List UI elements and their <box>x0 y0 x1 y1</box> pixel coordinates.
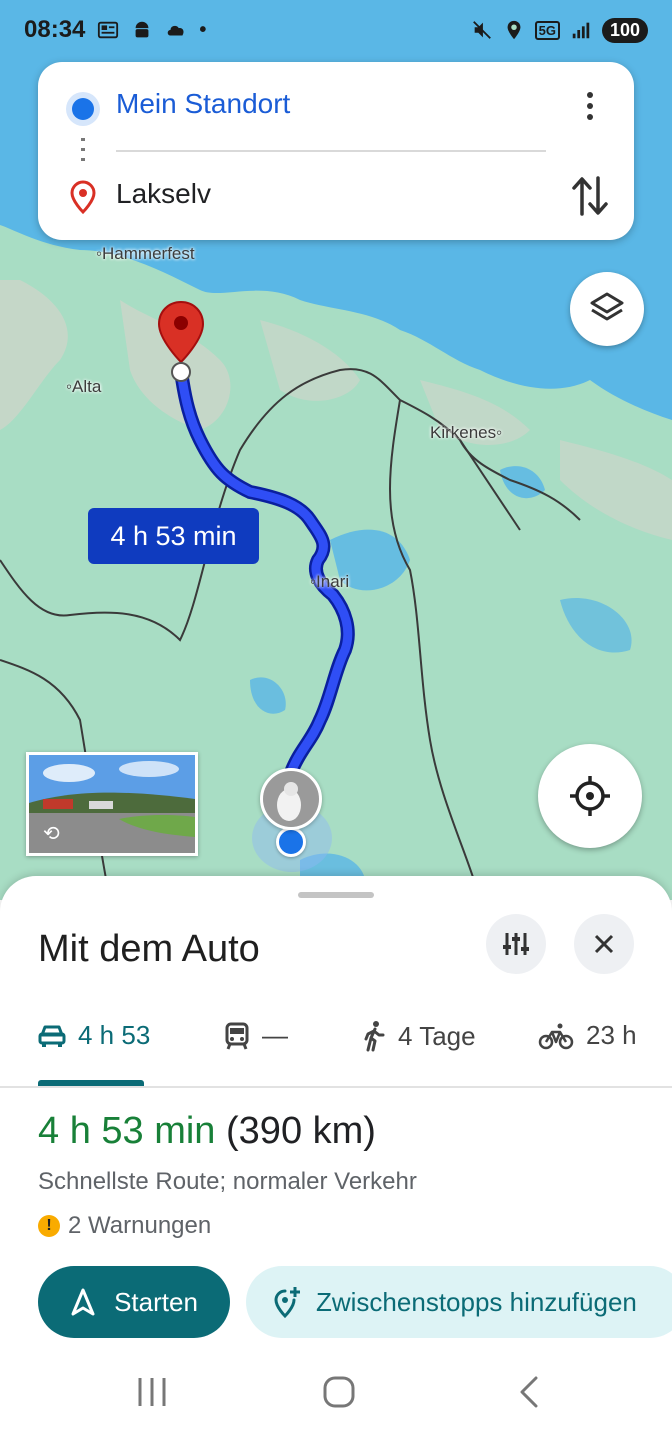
status-bar: 08:34 • 5G 100 <box>0 0 672 60</box>
add-stops-button[interactable]: Zwischenstopps hinzufügen <box>246 1266 672 1338</box>
route-duration: 4 h 53 min <box>38 1110 216 1152</box>
tab-car-label: 4 h 53 <box>78 1020 151 1050</box>
system-nav-bar <box>0 1352 672 1440</box>
route-time-label: 4 h 53 min <box>110 520 237 551</box>
street-view-thumbnail[interactable]: ⟲ <box>26 752 198 856</box>
map-label-hammerfest: ◦Hammerfest <box>96 244 195 263</box>
layers-button[interactable] <box>570 272 644 346</box>
news-icon <box>98 21 119 39</box>
tab-transit[interactable]: — <box>224 1020 288 1051</box>
route-description: Schnellste Route; normaler Verkehr <box>38 1168 417 1195</box>
mute-icon <box>472 21 491 39</box>
tabs-divider <box>0 1086 672 1088</box>
add-location-icon <box>274 1287 300 1319</box>
layers-icon <box>590 292 624 321</box>
signal-icon <box>572 22 590 39</box>
map-label-kirkenes: Kirkenes◦ <box>430 423 503 442</box>
home-button[interactable] <box>322 1374 356 1415</box>
back-icon <box>520 1376 538 1408</box>
current-location-dot[interactable] <box>276 827 306 857</box>
start-label: Starten <box>114 1286 198 1317</box>
rotate-360-icon: ⟲ <box>43 821 60 845</box>
recents-icon <box>138 1378 166 1406</box>
navigation-arrow-icon <box>71 1288 95 1316</box>
tab-bike[interactable]: 23 h <box>538 1020 637 1051</box>
bike-icon <box>538 1023 574 1049</box>
route-warnings[interactable]: ! 2 Warnungen <box>38 1212 211 1240</box>
avatar[interactable] <box>260 768 322 830</box>
start-navigation-button[interactable]: Starten <box>38 1266 230 1338</box>
clock: 08:34 <box>24 16 86 43</box>
destination-field[interactable]: Lakselv <box>116 178 211 210</box>
route-summary[interactable]: 4 h 53 min (390 km) <box>38 1110 376 1153</box>
sheet-drag-handle[interactable] <box>298 892 374 898</box>
add-stops-label: Zwischenstopps hinzufügen <box>316 1286 637 1317</box>
tune-icon <box>503 933 529 955</box>
search-divider <box>116 150 546 152</box>
tab-transit-label: — <box>262 1020 288 1050</box>
swap-icon[interactable] <box>570 174 610 223</box>
destination-marker-icon <box>70 180 96 219</box>
battery-level: 100 <box>601 17 648 43</box>
map-label-inari: ◦Inari <box>310 572 350 591</box>
more-options-icon[interactable] <box>578 90 602 127</box>
my-location-button[interactable] <box>538 744 642 848</box>
warning-icon: ! <box>38 1215 60 1237</box>
map-label-alta: ◦Alta <box>66 377 102 396</box>
close-button[interactable] <box>574 914 634 974</box>
travel-mode-tabs: 4 h 53 — 4 Tage 23 h <box>0 1006 672 1088</box>
route-dots <box>81 138 85 168</box>
train-icon <box>225 1022 249 1050</box>
cloud-icon <box>168 25 184 36</box>
route-distance: (390 km) <box>226 1110 376 1152</box>
tab-walk-label: 4 Tage <box>398 1020 476 1051</box>
tab-walk[interactable]: 4 Tage <box>362 1020 476 1052</box>
location-icon <box>507 20 521 40</box>
tab-bike-label: 23 h <box>586 1020 637 1050</box>
sheet-title: Mit dem Auto <box>38 928 260 970</box>
recents-button[interactable] <box>136 1374 168 1415</box>
walk-icon <box>364 1021 385 1052</box>
car-icon <box>38 1025 66 1047</box>
dot-icon: • <box>199 18 207 41</box>
tab-car[interactable]: 4 h 53 <box>38 1020 150 1051</box>
origin-dot-icon <box>72 98 94 120</box>
home-icon <box>323 1376 355 1408</box>
warnings-label: 2 Warnungen <box>68 1212 212 1239</box>
back-button[interactable] <box>514 1374 542 1415</box>
origin-field[interactable]: Mein Standort <box>116 88 290 120</box>
5g-icon: 5G <box>534 20 560 40</box>
route-time-bubble[interactable]: 4 h 53 min <box>88 508 259 564</box>
android-icon <box>135 21 149 38</box>
crosshair-icon <box>570 776 610 816</box>
close-icon <box>594 934 614 954</box>
route-options-button[interactable] <box>486 914 546 974</box>
